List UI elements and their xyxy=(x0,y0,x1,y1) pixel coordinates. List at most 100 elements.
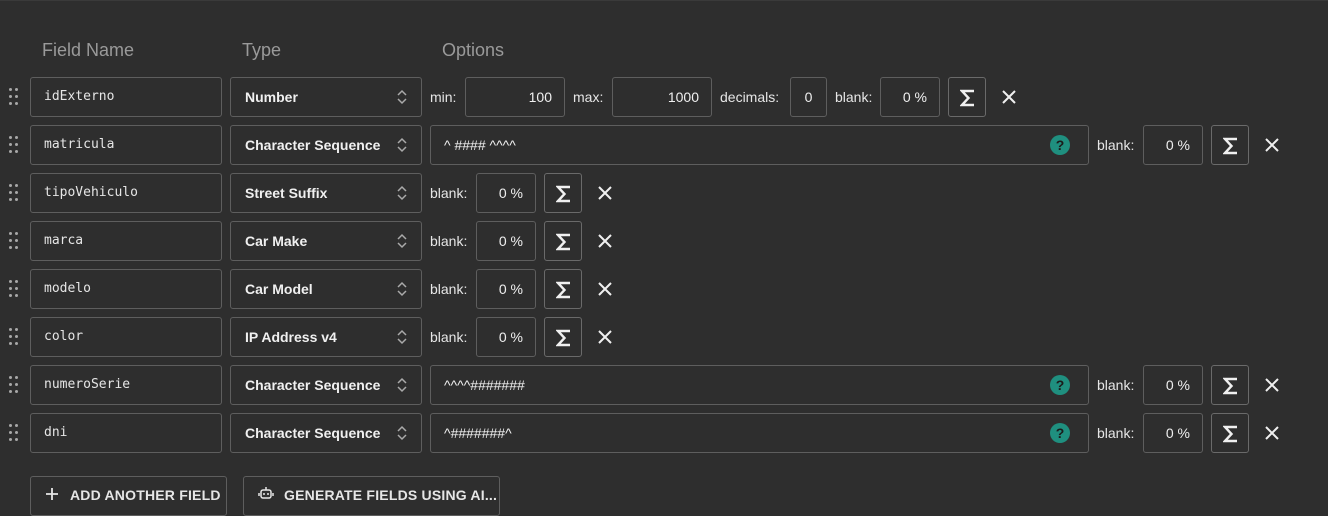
header-type: Type xyxy=(242,40,282,60)
sigma-icon xyxy=(1223,377,1237,395)
field-type-label: Character Sequence xyxy=(245,137,381,153)
formula-button[interactable] xyxy=(1211,125,1249,165)
field-row: idExterno Number min: 100 max: 1000 deci… xyxy=(0,77,1328,117)
field-row: marca Car Make blank: 0 % xyxy=(0,221,1328,261)
help-icon[interactable]: ? xyxy=(1050,375,1070,395)
chevron-updown-icon xyxy=(397,281,407,297)
blank-input[interactable]: 0 % xyxy=(476,317,536,357)
formula-button[interactable] xyxy=(544,269,582,309)
blank-input[interactable]: 0 % xyxy=(1143,125,1203,165)
field-name-input[interactable]: numeroSerie xyxy=(30,365,222,405)
blank-input[interactable]: 0 % xyxy=(476,173,536,213)
add-field-button[interactable]: ADD ANOTHER FIELD xyxy=(30,476,227,516)
formula-button[interactable] xyxy=(948,77,986,117)
blank-input[interactable]: 0 % xyxy=(1143,413,1203,453)
add-field-label: ADD ANOTHER FIELD xyxy=(70,487,221,503)
field-type-select[interactable]: Car Model xyxy=(230,269,422,309)
field-type-select[interactable]: Character Sequence xyxy=(230,125,422,165)
robot-icon xyxy=(258,487,274,499)
sigma-icon xyxy=(1223,137,1237,155)
pattern-input[interactable]: ^#######^? xyxy=(430,413,1089,453)
close-icon[interactable] xyxy=(597,233,613,249)
formula-button[interactable] xyxy=(544,221,582,261)
field-name-input[interactable]: matricula xyxy=(30,125,222,165)
field-type-label: Character Sequence xyxy=(245,425,381,441)
blank-input[interactable]: 0 % xyxy=(880,77,940,117)
sigma-icon xyxy=(960,89,974,107)
decimals-label: decimals: xyxy=(720,89,780,105)
field-name-input[interactable]: modelo xyxy=(30,269,222,309)
help-icon[interactable]: ? xyxy=(1050,423,1070,443)
pattern-input[interactable]: ^^^^#######? xyxy=(430,365,1089,405)
drag-handle-icon[interactable] xyxy=(9,280,19,298)
blank-label: blank: xyxy=(430,329,468,345)
close-icon[interactable] xyxy=(1001,89,1017,105)
chevron-updown-icon xyxy=(397,425,407,441)
field-type-select[interactable]: Street Suffix xyxy=(230,173,422,213)
field-row: modelo Car Model blank: 0 % xyxy=(0,269,1328,309)
field-row: matricula Character Sequence ^ #### ^^^^… xyxy=(0,125,1328,165)
max-label: max: xyxy=(573,89,604,105)
field-row: tipoVehiculo Street Suffix blank: 0 % xyxy=(0,173,1328,213)
pattern-value: ^^^^####### xyxy=(444,377,525,393)
field-name-input[interactable]: dni xyxy=(30,413,222,453)
blank-input[interactable]: 0 % xyxy=(1143,365,1203,405)
close-icon[interactable] xyxy=(597,329,613,345)
blank-label: blank: xyxy=(430,185,468,201)
min-input[interactable]: 100 xyxy=(465,77,565,117)
header-field-name: Field Name xyxy=(42,40,135,60)
formula-button[interactable] xyxy=(1211,365,1249,405)
field-type-select[interactable]: Car Make xyxy=(230,221,422,261)
generate-ai-label: GENERATE FIELDS USING AI... xyxy=(284,487,498,503)
sigma-icon xyxy=(556,329,570,347)
drag-handle-icon[interactable] xyxy=(9,136,19,154)
field-row: dni Character Sequence ^#######^? blank:… xyxy=(0,413,1328,453)
close-icon[interactable] xyxy=(597,281,613,297)
field-type-select[interactable]: IP Address v4 xyxy=(230,317,422,357)
chevron-updown-icon xyxy=(397,185,407,201)
close-icon[interactable] xyxy=(597,185,613,201)
header-options: Options xyxy=(442,40,505,60)
drag-handle-icon[interactable] xyxy=(9,328,19,346)
field-type-label: IP Address v4 xyxy=(245,329,337,345)
field-type-select[interactable]: Number xyxy=(230,77,422,117)
decimals-input[interactable]: 0 xyxy=(790,77,827,117)
close-icon[interactable] xyxy=(1264,377,1280,393)
formula-button[interactable] xyxy=(544,173,582,213)
field-row: numeroSerie Character Sequence ^^^^#####… xyxy=(0,365,1328,405)
drag-handle-icon[interactable] xyxy=(9,424,19,442)
drag-handle-icon[interactable] xyxy=(9,184,19,202)
close-icon[interactable] xyxy=(1264,137,1280,153)
field-type-select[interactable]: Character Sequence xyxy=(230,365,422,405)
drag-handle-icon[interactable] xyxy=(9,88,19,106)
field-type-label: Car Model xyxy=(245,281,313,297)
field-row: color IP Address v4 blank: 0 % xyxy=(0,317,1328,357)
blank-input[interactable]: 0 % xyxy=(476,221,536,261)
chevron-updown-icon xyxy=(397,89,407,105)
drag-handle-icon[interactable] xyxy=(9,232,19,250)
field-name-input[interactable]: marca xyxy=(30,221,222,261)
max-input[interactable]: 1000 xyxy=(612,77,712,117)
field-type-label: Car Make xyxy=(245,233,308,249)
close-icon[interactable] xyxy=(1264,425,1280,441)
chevron-updown-icon xyxy=(397,233,407,249)
field-name-input[interactable]: tipoVehiculo xyxy=(30,173,222,213)
chevron-updown-icon xyxy=(397,377,407,393)
generate-ai-button[interactable]: GENERATE FIELDS USING AI... xyxy=(243,476,500,516)
blank-input[interactable]: 0 % xyxy=(476,269,536,309)
field-type-label: Number xyxy=(245,89,298,105)
field-type-label: Character Sequence xyxy=(245,377,381,393)
field-name-input[interactable]: idExterno xyxy=(30,77,222,117)
chevron-updown-icon xyxy=(397,137,407,153)
sigma-icon xyxy=(556,185,570,203)
field-type-select[interactable]: Character Sequence xyxy=(230,413,422,453)
pattern-value: ^#######^ xyxy=(444,425,512,441)
formula-button[interactable] xyxy=(1211,413,1249,453)
help-icon[interactable]: ? xyxy=(1050,135,1070,155)
drag-handle-icon[interactable] xyxy=(9,376,19,394)
blank-label: blank: xyxy=(1097,425,1135,441)
formula-button[interactable] xyxy=(544,317,582,357)
blank-label: blank: xyxy=(430,281,468,297)
pattern-input[interactable]: ^ #### ^^^^? xyxy=(430,125,1089,165)
field-name-input[interactable]: color xyxy=(30,317,222,357)
